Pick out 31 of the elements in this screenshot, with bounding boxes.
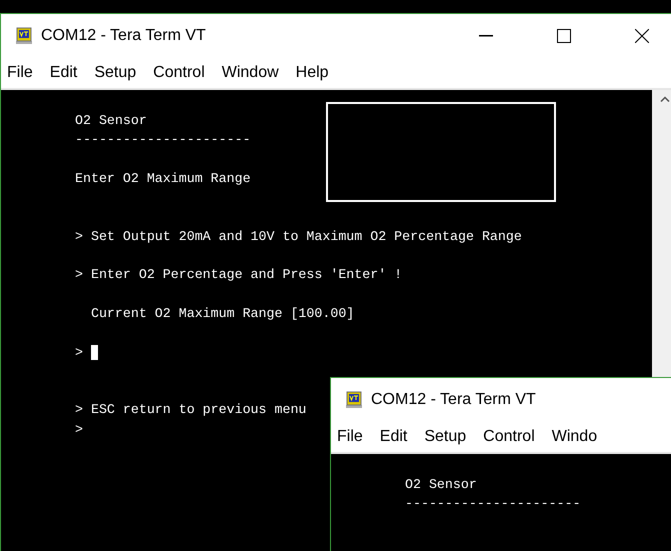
menu-item[interactable]: File bbox=[331, 428, 368, 446]
terminal-line: > ESC return to previous menu bbox=[75, 401, 306, 420]
window-title: COM12 - Tera Term VT bbox=[371, 391, 537, 409]
menu-item[interactable]: Help bbox=[290, 64, 334, 82]
terminal-line: > bbox=[75, 420, 83, 439]
menu-item[interactable]: Edit bbox=[374, 428, 412, 446]
terminal-app-icon bbox=[345, 391, 363, 409]
close-icon[interactable] bbox=[635, 29, 649, 43]
scroll-up-icon[interactable] bbox=[660, 96, 670, 102]
menu-item[interactable]: Window bbox=[216, 64, 284, 82]
menu-item[interactable]: File bbox=[1, 64, 38, 82]
terminal-line: > Enter O2 Percentage and Press 'Enter' ! bbox=[75, 266, 402, 284]
terminal-line: O2 Sensor bbox=[75, 112, 147, 130]
menu-item[interactable]: Setup bbox=[88, 64, 142, 82]
terminal-line: ---------------------- bbox=[405, 495, 581, 514]
terminal-line: O2 Sensor bbox=[405, 476, 477, 494]
menu-item[interactable]: Control bbox=[477, 428, 540, 446]
maximize-icon[interactable] bbox=[557, 29, 571, 43]
text-cursor bbox=[90, 344, 98, 360]
terminal-line: ---------------------- bbox=[75, 131, 251, 150]
terminal-app-icon bbox=[15, 27, 33, 45]
terminal-line: > Set Output 20mA and 10V to Maximum O2 Percentage Range bbox=[75, 228, 522, 246]
terminal-line: Enter O2 Maximum Range bbox=[75, 170, 251, 188]
menu-item[interactable]: Setup bbox=[418, 428, 472, 446]
minimize-icon[interactable] bbox=[479, 35, 493, 37]
window-title: COM12 - Tera Term VT bbox=[41, 27, 207, 45]
menu-item[interactable]: Control bbox=[147, 64, 210, 82]
terminal-line: Current O2 Maximum Range [100.00] bbox=[90, 304, 354, 323]
terminal-line: > bbox=[75, 342, 98, 362]
menu-item[interactable]: Windo bbox=[546, 428, 602, 446]
menu-item[interactable]: Edit bbox=[44, 64, 82, 82]
